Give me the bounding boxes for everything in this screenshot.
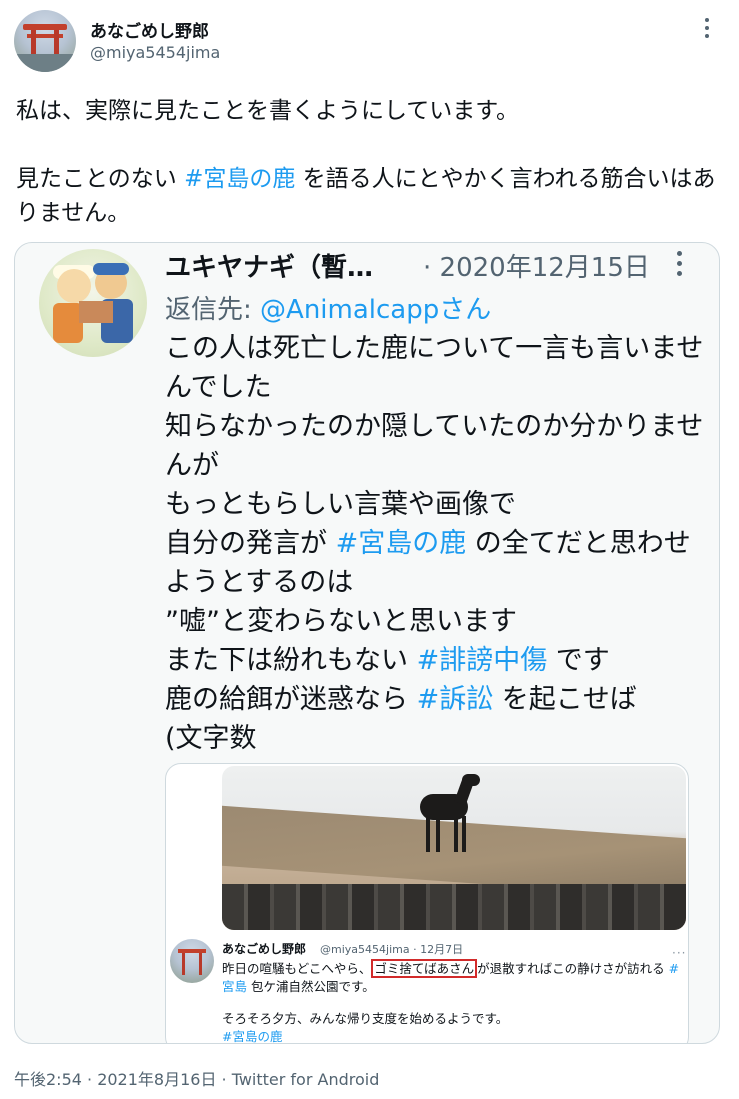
dot: [705, 26, 709, 30]
quoted-display-name: あなごめし野郎: [222, 942, 307, 956]
text-segment: を起こせば: [493, 684, 637, 715]
quoted-hashtag: #宮島の鹿: [222, 1029, 283, 1044]
text-segment: また下は紛れもない: [165, 645, 417, 676]
deer-leg: [462, 816, 466, 852]
deer-photo: [222, 766, 686, 930]
torii-icon: [23, 24, 67, 30]
hashtag-link[interactable]: #宮島の鹿: [184, 166, 295, 192]
embedded-date: · 2020年12月15日: [423, 253, 650, 283]
embedded-line: 自分の発言が #宮島の鹿 の全てだと思わせようとするのは: [165, 524, 710, 602]
dot: [677, 261, 682, 266]
dot: [705, 18, 709, 22]
quoted-line: そろそろ夕方、みんな帰り支度を始めるようです。: [222, 1011, 509, 1026]
dot: [677, 271, 682, 276]
embedded-reply-to: 返信先: @Animalcappさん: [165, 289, 491, 326]
deer-head: [462, 774, 480, 786]
deer-leg: [454, 816, 458, 852]
text-segment: が退散すればこの静けさが訪れる: [477, 961, 669, 976]
text-segment: 包ケ浦自然公園です。: [247, 979, 375, 994]
dot: [705, 34, 709, 38]
embedded-line: 知らなかったのか隠していたのか分かりませんが: [165, 411, 704, 481]
author-avatar[interactable]: [14, 10, 76, 72]
author-display-name[interactable]: あなごめし野郎: [90, 17, 209, 42]
embedded-screenshot[interactable]: ユキヤナギ（暫… · 2020年12月15日 返信先: @Animalcappさ…: [14, 242, 720, 1044]
tweet-text: 私は、実際に見たことを書くようにしています。 見たことのない #宮島の鹿 を語る…: [16, 94, 721, 264]
avatar-water: [14, 54, 76, 72]
embedded-more-icon: [675, 251, 683, 279]
illustration-part: [57, 269, 91, 303]
embedded-hashtag: #誹謗中傷: [416, 645, 548, 676]
tweet-text-segment: 見たことのない: [16, 166, 185, 192]
deer-leg: [436, 816, 440, 852]
text-segment: 鹿の給餌が迷惑なら: [165, 684, 417, 715]
text-segment: 昨日の喧騒もどこへやら、: [222, 961, 372, 976]
reply-prefix: 返信先:: [165, 295, 261, 325]
quoted-text: 昨日の喧騒もどこへやら、 ゴミ捨てばあさん が退散すればこの静けさが訪れる #宮島 …: [222, 959, 684, 1044]
embedded-hashtag: #宮島の鹿: [335, 528, 467, 559]
embedded-line: 鹿の給餌が迷惑なら #訴訟 を起こせば: [165, 680, 710, 719]
tweet-line-1: 私は、実際に見たことを書くようにしています。: [16, 98, 520, 124]
quoted-more-icon: ···: [672, 946, 687, 960]
illustration-part: [79, 301, 113, 323]
tweet-header: あなごめし野郎 @miya5454jima: [14, 10, 725, 74]
tweet-timestamp-source[interactable]: 午後2:54 · 2021年8月16日 · Twitter for Androi…: [14, 1066, 379, 1090]
embedded-avatar: [39, 249, 147, 357]
embedded-line: もっともらしい言葉や画像で: [165, 489, 516, 520]
text-segment: 自分の発言が: [165, 528, 336, 559]
quoted-avatar: [170, 939, 214, 983]
torii-pillar-right: [199, 953, 202, 975]
illustration-part: [93, 263, 129, 275]
embedded-line: また下は紛れもない #誹謗中傷 です: [165, 641, 710, 680]
photo-stone-wall: [222, 884, 686, 930]
highlight-box: ゴミ捨てばあさん: [371, 959, 478, 978]
author-handle[interactable]: @miya5454jima: [90, 43, 220, 62]
embedded-display-name: ユキヤナギ（暫…: [165, 253, 374, 283]
quoted-tweet-card: あなごめし野郎 @miya5454jima · 12月7日 ··· 昨日の喧騒も…: [165, 763, 689, 1044]
deer-leg: [426, 816, 430, 852]
embedded-tweet-text: この人は死亡した鹿について一言も言いませんでした 知らなかったのか隠していたのか…: [165, 329, 710, 758]
embedded-line: ”嘘”と変わらないと思います: [165, 606, 517, 637]
embedded-hashtag: #訴訟: [416, 684, 494, 715]
torii-pillar-left: [182, 953, 185, 975]
embedded-line: この人は死亡した鹿について一言も言いませんでした: [165, 333, 704, 403]
embedded-line: (文字数: [165, 723, 257, 754]
reply-mention: @Animalcappさん: [260, 295, 492, 325]
tweet-line-2: 見たことのない #宮島の鹿 を語る人にとやかく言われる筋合いはありません。: [16, 162, 721, 230]
quoted-meta: @miya5454jima · 12月7日: [320, 943, 464, 956]
text-segment: です: [547, 645, 610, 676]
dot: [677, 251, 682, 256]
more-options-icon[interactable]: [695, 16, 719, 40]
